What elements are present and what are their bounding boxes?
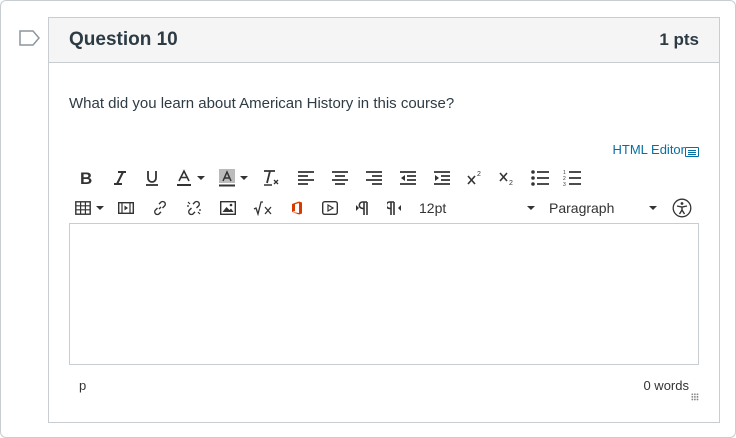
editor-statusbar: p 0 words bbox=[69, 365, 699, 405]
svg-text:2: 2 bbox=[509, 180, 513, 186]
quiz-frame: Question 10 1 pts What did you learn abo… bbox=[0, 0, 736, 438]
ltr-paragraph-icon[interactable] bbox=[347, 196, 379, 220]
office-icon[interactable] bbox=[281, 196, 313, 220]
svg-text:2: 2 bbox=[477, 171, 481, 178]
question-text: What did you learn about American Histor… bbox=[69, 95, 455, 112]
image-icon[interactable] bbox=[211, 196, 245, 220]
rtl-paragraph-icon[interactable] bbox=[379, 196, 411, 220]
block-format-value: Paragraph bbox=[549, 200, 615, 216]
align-right-icon[interactable] bbox=[357, 166, 391, 190]
math-icon[interactable] bbox=[245, 196, 281, 220]
align-left-icon[interactable] bbox=[289, 166, 323, 190]
unlink-icon[interactable] bbox=[177, 196, 211, 220]
question-card: Question 10 1 pts What did you learn abo… bbox=[48, 17, 720, 423]
question-title: Question 10 bbox=[69, 29, 178, 50]
align-center-icon[interactable] bbox=[323, 166, 357, 190]
element-path[interactable]: p bbox=[79, 378, 86, 393]
svg-text:B: B bbox=[80, 170, 92, 186]
chevron-down-icon bbox=[95, 206, 104, 210]
italic-icon[interactable] bbox=[103, 166, 137, 190]
question-header: Question 10 1 pts bbox=[49, 18, 719, 63]
font-size-value: 12pt bbox=[419, 200, 447, 216]
chevron-down-icon bbox=[649, 206, 657, 210]
bold-icon[interactable]: B bbox=[69, 166, 103, 190]
numbered-list-icon[interactable]: 123 bbox=[557, 166, 587, 190]
superscript-icon[interactable]: 2 bbox=[459, 166, 491, 190]
chevron-down-icon bbox=[196, 176, 205, 180]
resize-handle-icon[interactable] bbox=[691, 393, 699, 401]
question-points: 1 pts bbox=[659, 30, 699, 49]
indent-icon[interactable] bbox=[425, 166, 459, 190]
chevron-down-icon bbox=[527, 206, 535, 210]
media-icon[interactable] bbox=[109, 196, 143, 220]
embed-icon[interactable] bbox=[313, 196, 347, 220]
underline-icon[interactable] bbox=[137, 166, 167, 190]
html-editor-toggle[interactable]: HTML Editor bbox=[613, 142, 699, 157]
outdent-icon[interactable] bbox=[391, 166, 425, 190]
svg-text:3: 3 bbox=[563, 182, 566, 187]
editor-toolbar-row2: 12pt Paragraph bbox=[69, 195, 697, 221]
chevron-down-icon bbox=[239, 176, 248, 180]
bullet-list-icon[interactable] bbox=[523, 166, 557, 190]
clear-formatting-icon[interactable] bbox=[253, 166, 289, 190]
rich-text-editor[interactable] bbox=[69, 223, 699, 365]
text-color-icon[interactable] bbox=[167, 166, 213, 190]
font-size-select[interactable]: 12pt bbox=[419, 196, 539, 220]
keyboard-icon bbox=[685, 146, 699, 157]
flag-question-icon[interactable] bbox=[19, 30, 41, 46]
html-editor-label: HTML Editor bbox=[612, 142, 685, 157]
table-icon[interactable] bbox=[69, 196, 109, 220]
word-count: 0 words bbox=[643, 377, 689, 393]
block-format-select[interactable]: Paragraph bbox=[549, 196, 661, 220]
accessibility-icon[interactable] bbox=[667, 196, 697, 220]
link-icon[interactable] bbox=[143, 196, 177, 220]
editor-toolbar-row1: B 2 2 1 2 3 bbox=[69, 165, 587, 191]
subscript-icon[interactable]: 2 bbox=[491, 166, 523, 190]
background-color-icon[interactable] bbox=[213, 166, 253, 190]
